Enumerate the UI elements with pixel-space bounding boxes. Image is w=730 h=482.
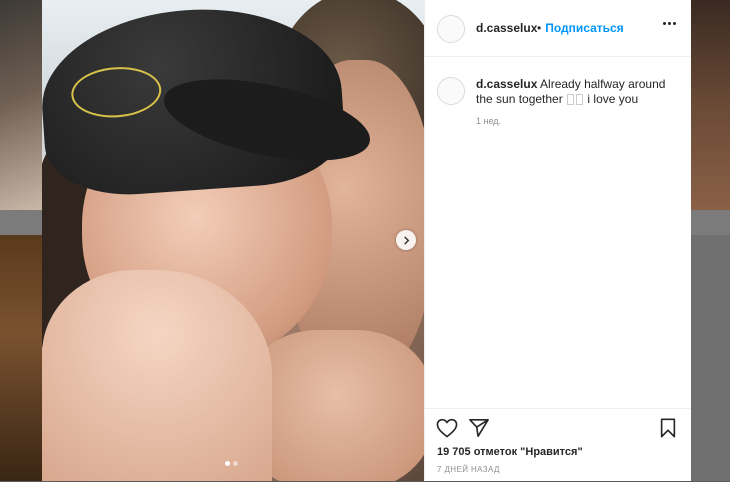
emoji-icon (576, 94, 584, 106)
avatar[interactable] (437, 15, 465, 43)
carousel-dot (233, 461, 238, 466)
author-username[interactable]: d.casselux (476, 21, 537, 35)
cap-logo (69, 64, 163, 121)
background-feed-image (690, 235, 730, 481)
carousel-dot-active (225, 461, 230, 466)
more-horizontal-icon[interactable] (663, 22, 676, 25)
chevron-right-icon (403, 235, 409, 245)
likes-count[interactable]: 19 705 отметок "Нравится" (437, 446, 583, 458)
caption-text-part2: i love you (587, 92, 639, 106)
background-feed-image (0, 235, 42, 481)
next-slide-button[interactable] (396, 230, 416, 250)
emoji-icon (567, 94, 575, 106)
post-date[interactable]: 7 ДНЕЙ НАЗАД (437, 465, 500, 474)
follow-label: Подписаться (545, 21, 624, 35)
comment-timestamp: 1 нед. (476, 116, 502, 126)
bookmark-icon[interactable] (659, 418, 677, 438)
caption-username[interactable]: d.casselux (476, 77, 537, 91)
background-feed-image (0, 0, 42, 210)
heart-icon[interactable] (436, 418, 458, 438)
follow-separator: • (537, 21, 542, 35)
carousel-indicator (225, 461, 238, 466)
caption-text: d.casselux Already halfway around the su… (476, 77, 676, 107)
follow-button[interactable]: • Подписаться (537, 21, 624, 35)
paper-plane-icon[interactable] (468, 418, 490, 438)
background-feed-image (690, 0, 730, 210)
post-actions: 19 705 отметок "Нравится" 7 ДНЕЙ НАЗАД (425, 408, 691, 482)
photo-hand (42, 270, 272, 481)
avatar[interactable] (437, 77, 465, 105)
post-photo (42, 0, 424, 481)
post-modal: d.casselux • Подписаться d.casselux Alrea… (42, 0, 691, 481)
post-side-panel: d.casselux • Подписаться d.casselux Alrea… (424, 0, 691, 481)
post-header: d.casselux • Подписаться (425, 0, 691, 57)
